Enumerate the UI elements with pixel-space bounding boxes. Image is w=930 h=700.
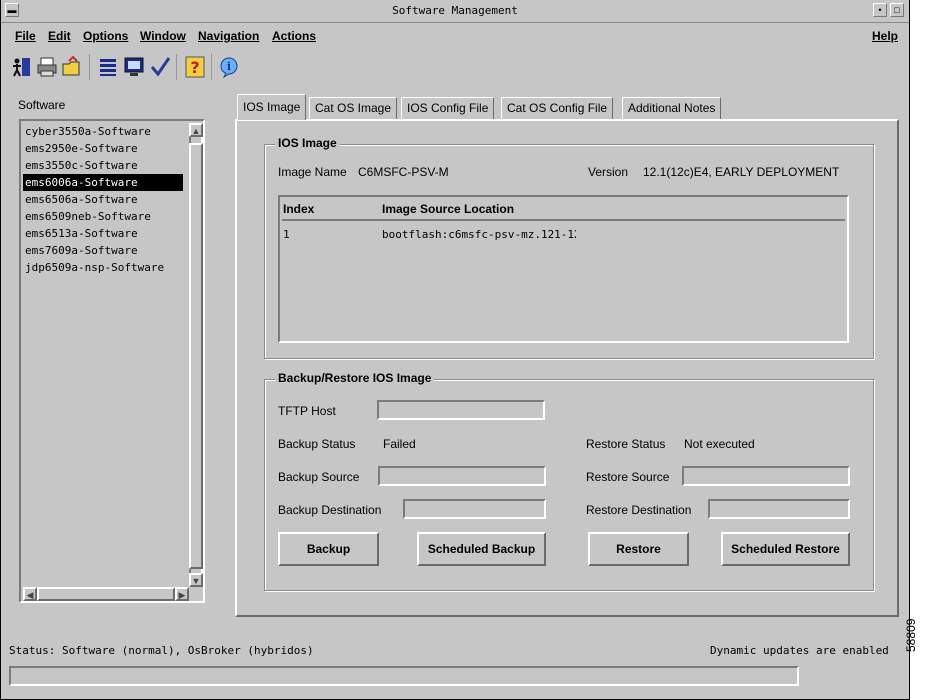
- backup-restore-group-title: Backup/Restore IOS Image: [275, 371, 435, 385]
- tab-panel: IOS Image Image Name C6MSFC-PSV-M Versio…: [235, 119, 899, 617]
- column-header-index[interactable]: Index: [283, 202, 314, 216]
- menu-edit[interactable]: Edit: [48, 29, 71, 43]
- scroll-thumb[interactable]: [189, 143, 203, 569]
- svg-text:i: i: [227, 60, 231, 73]
- scroll-right-icon[interactable]: ▶: [175, 587, 189, 601]
- scroll-up-icon[interactable]: ▲: [189, 123, 203, 137]
- version-label: Version: [588, 165, 629, 179]
- table-cell-location: bootflash:c6msfc-psv-mz.121-12c.E: [382, 228, 576, 241]
- backup-status-label: Backup Status: [278, 437, 356, 451]
- ios-image-group: IOS Image Image Name C6MSFC-PSV-M Versio…: [264, 136, 874, 359]
- tftp-host-input[interactable]: [377, 400, 545, 420]
- tab-cat-os-image[interactable]: Cat OS Image: [309, 97, 398, 119]
- column-header-location[interactable]: Image Source Location: [382, 202, 514, 216]
- backup-status-value: Failed: [383, 437, 416, 451]
- figure-id: 58809: [904, 618, 918, 652]
- menu-options[interactable]: Options: [83, 29, 128, 43]
- list-item[interactable]: ems3550c-Software: [23, 157, 187, 174]
- tab-ios-config-file[interactable]: IOS Config File: [401, 97, 495, 119]
- version-value: 12.1(12c)E4, EARLY DEPLOYMENT: [643, 165, 840, 179]
- help-icon[interactable]: ?: [184, 55, 206, 79]
- tftp-host-label: TFTP Host: [278, 404, 336, 418]
- monitor-icon[interactable]: [123, 55, 145, 79]
- list-item[interactable]: ems2950e-Software: [23, 140, 187, 157]
- restore-destination-input[interactable]: [708, 499, 850, 519]
- list-item[interactable]: ems6513a-Software: [23, 225, 187, 242]
- tab-cat-os-config-file[interactable]: Cat OS Config File: [501, 97, 614, 119]
- restore-source-label: Restore Source: [586, 470, 670, 484]
- restore-button[interactable]: Restore: [588, 532, 689, 566]
- status-progress-bar: [9, 666, 799, 686]
- scroll-thumb[interactable]: [37, 587, 175, 601]
- restore-destination-label: Restore Destination: [586, 503, 692, 517]
- backup-source-input[interactable]: [378, 466, 546, 486]
- restore-status-value: Not executed: [684, 437, 755, 451]
- toolbar-separator: [89, 54, 90, 80]
- list-item[interactable]: ems6506a-Software: [23, 191, 187, 208]
- list-item[interactable]: ems7609a-Software: [23, 242, 187, 259]
- image-name-label: Image Name: [278, 165, 347, 179]
- open-folder-icon[interactable]: [61, 55, 83, 79]
- list-item[interactable]: cyber3550a-Software: [23, 123, 187, 140]
- software-list[interactable]: cyber3550a-Software ems2950e-Software em…: [19, 119, 205, 603]
- scroll-down-icon[interactable]: ▼: [189, 573, 203, 587]
- menu-window[interactable]: Window: [140, 29, 186, 43]
- image-source-table[interactable]: Index Image Source Location 1 bootflash:…: [278, 195, 849, 343]
- window-title: Software Management: [392, 4, 518, 17]
- title-bar[interactable]: ▬ Software Management • □: [1, 0, 909, 23]
- exit-icon[interactable]: [10, 55, 32, 79]
- table-row[interactable]: 1 bootflash:c6msfc-psv-mz.121-12c.E: [282, 227, 576, 243]
- scheduled-restore-button[interactable]: Scheduled Restore: [721, 532, 850, 566]
- list-item[interactable]: ems6509neb-Software: [23, 208, 187, 225]
- status-text: Status: Software (normal), OsBroker (hyb…: [9, 644, 314, 657]
- software-list-label: Software: [18, 98, 66, 112]
- restore-source-input[interactable]: [682, 466, 850, 486]
- list-item-selected[interactable]: ems6006a-Software: [23, 174, 183, 191]
- backup-source-label: Backup Source: [278, 470, 360, 484]
- table-cell-index: 1: [283, 228, 290, 241]
- info-icon[interactable]: i: [218, 55, 240, 79]
- print-icon[interactable]: [36, 55, 58, 79]
- menu-help[interactable]: Help: [872, 29, 898, 43]
- list-icon[interactable]: [97, 55, 119, 79]
- backup-restore-group: Backup/Restore IOS Image TFTP Host Backu…: [264, 371, 874, 591]
- scheduled-backup-button[interactable]: Scheduled Backup: [417, 532, 546, 566]
- ios-image-group-title: IOS Image: [275, 136, 340, 150]
- minimize-icon[interactable]: •: [873, 3, 887, 17]
- backup-destination-input[interactable]: [403, 499, 546, 519]
- backup-destination-label: Backup Destination: [278, 503, 382, 517]
- vertical-scrollbar[interactable]: ▲ ▼: [189, 123, 203, 587]
- software-management-window: ▬ Software Management • □ File Edit Opti…: [0, 0, 910, 700]
- menu-bar: File Edit Options Window Navigation Acti…: [1, 24, 909, 48]
- svg-text:?: ?: [190, 58, 199, 77]
- maximize-icon[interactable]: □: [890, 3, 904, 17]
- toolbar-separator: [211, 54, 212, 80]
- scroll-left-icon[interactable]: ◀: [23, 587, 37, 601]
- horizontal-scrollbar[interactable]: ◀ ▶: [23, 587, 189, 601]
- table-header: Index Image Source Location: [282, 199, 845, 221]
- tab-additional-notes[interactable]: Additional Notes: [622, 97, 722, 119]
- backup-button[interactable]: Backup: [278, 532, 379, 566]
- list-item[interactable]: jdp6509a-nsp-Software: [23, 259, 187, 276]
- menu-file[interactable]: File: [15, 29, 36, 43]
- tab-ios-image[interactable]: IOS Image: [237, 94, 307, 120]
- restore-status-label: Restore Status: [586, 437, 666, 451]
- checkmark-icon[interactable]: [149, 55, 171, 79]
- menu-navigation[interactable]: Navigation: [198, 29, 259, 43]
- toolbar-separator: [176, 54, 177, 80]
- image-name-value: C6MSFC-PSV-M: [358, 165, 449, 179]
- menu-actions[interactable]: Actions: [272, 29, 316, 43]
- updates-status: Dynamic updates are enabled: [710, 644, 889, 657]
